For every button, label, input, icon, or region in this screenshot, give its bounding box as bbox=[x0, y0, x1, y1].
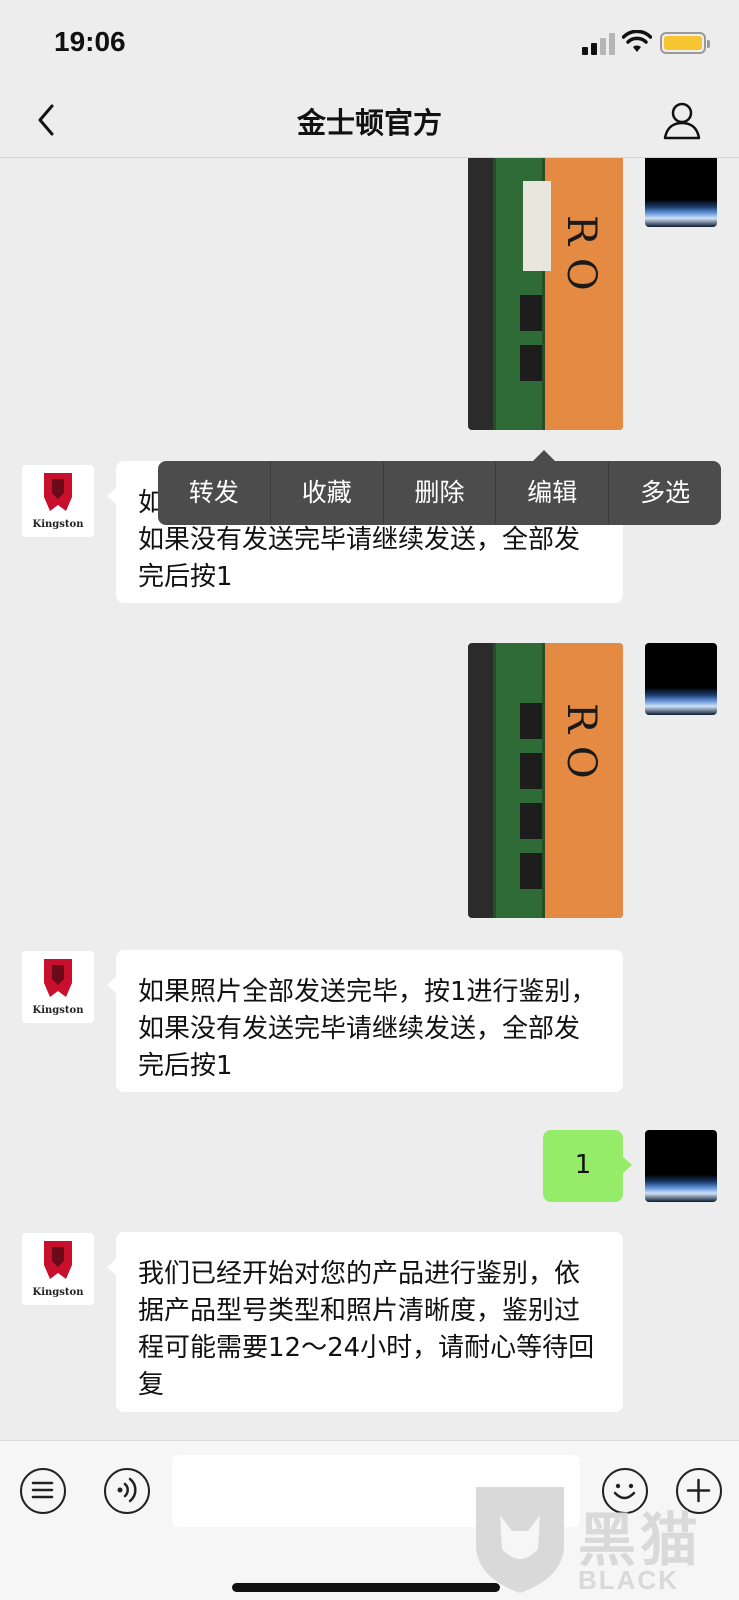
kingston-avatar[interactable]: Kingston bbox=[22, 465, 94, 537]
input-bar: 黑猫 BLACK CAT bbox=[0, 1440, 739, 1600]
chat-title: 金士顿官方 bbox=[296, 106, 442, 140]
wifi-icon bbox=[622, 30, 652, 52]
kingston-logo-icon: Kingston bbox=[33, 473, 85, 530]
menu-forward[interactable]: 转发 bbox=[158, 461, 271, 525]
user-avatar[interactable] bbox=[645, 1130, 717, 1202]
svg-text:Kingston: Kingston bbox=[33, 1005, 85, 1016]
nav-bar: 金士顿官方 bbox=[0, 84, 739, 158]
message-text: 如果照片全部发送完毕，按1进行鉴别，如果没有发送完毕请继续发送，全部发完后按1 bbox=[138, 977, 597, 1081]
kingston-avatar[interactable]: Kingston bbox=[22, 951, 94, 1023]
battery-icon bbox=[660, 32, 710, 54]
message-context-menu: 转发 收藏 删除 编辑 多选 bbox=[158, 450, 721, 525]
status-bar: 19:06 bbox=[0, 0, 739, 84]
home-indicator bbox=[232, 1583, 500, 1592]
kingston-logo-icon: Kingston bbox=[33, 959, 85, 1016]
menu-list-button[interactable] bbox=[20, 1468, 66, 1514]
user-avatar[interactable] bbox=[645, 643, 717, 715]
message-text: 1 bbox=[574, 1150, 592, 1180]
photo-message-ram-back[interactable] bbox=[468, 643, 623, 918]
kingston-logo-icon: Kingston bbox=[33, 1241, 85, 1298]
svg-text:Kingston: Kingston bbox=[33, 519, 85, 530]
user-avatar[interactable] bbox=[645, 158, 717, 227]
chat-message-list[interactable]: Kingston 如果照片全部发送完毕，按1进行鉴别，如果没有发送完毕请继续发送… bbox=[0, 158, 739, 1440]
menu-edit[interactable]: 编辑 bbox=[496, 461, 610, 525]
watermark-text-en: BLACK CAT bbox=[578, 1565, 679, 1600]
voice-icon bbox=[117, 1477, 137, 1503]
voice-input-button[interactable] bbox=[104, 1468, 150, 1514]
message-bubble-bot[interactable]: 如果照片全部发送完毕，按1进行鉴别，如果没有发送完毕请继续发送，全部发完后按1 bbox=[107, 950, 623, 1092]
black-cat-watermark: 黑猫 BLACK CAT bbox=[470, 1485, 739, 1600]
svg-text:Kingston: Kingston bbox=[33, 1287, 85, 1298]
photo-message-ram-front[interactable] bbox=[468, 158, 623, 430]
profile-icon[interactable] bbox=[660, 98, 704, 142]
menu-delete[interactable]: 删除 bbox=[384, 461, 497, 525]
message-bubble-user[interactable]: 1 bbox=[543, 1130, 632, 1202]
list-icon bbox=[31, 1481, 54, 1499]
message-text: 我们已经开始对您的产品进行鉴别，依据产品型号类型和照片清晰度，鉴别过程可能需要1… bbox=[138, 1259, 595, 1400]
menu-favorite[interactable]: 收藏 bbox=[271, 461, 384, 525]
kingston-avatar[interactable]: Kingston bbox=[22, 1233, 94, 1305]
cellular-signal-icon bbox=[582, 33, 616, 55]
message-bubble-bot[interactable]: 我们已经开始对您的产品进行鉴别，依据产品型号类型和照片清晰度，鉴别过程可能需要1… bbox=[107, 1232, 623, 1412]
menu-multiselect[interactable]: 多选 bbox=[609, 461, 721, 525]
status-time: 19:06 bbox=[54, 26, 126, 57]
black-cat-logo-icon bbox=[476, 1487, 564, 1593]
